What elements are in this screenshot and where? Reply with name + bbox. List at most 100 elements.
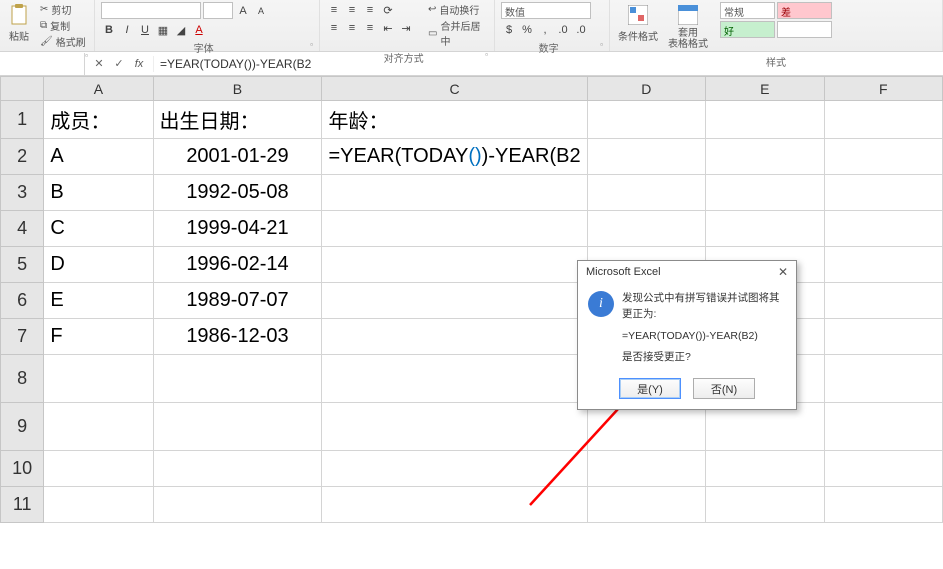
cell-A10[interactable] <box>44 451 153 487</box>
cell-F8[interactable] <box>824 355 943 403</box>
cell-D4[interactable] <box>587 211 705 247</box>
cell-F11[interactable] <box>824 487 943 523</box>
row-header-4[interactable]: 4 <box>1 211 44 247</box>
cell-A11[interactable] <box>44 487 153 523</box>
cell-E3[interactable] <box>706 175 824 211</box>
table-format-button[interactable]: 套用 表格格式 <box>666 2 710 52</box>
cell-B10[interactable] <box>153 451 322 487</box>
column-header-D[interactable]: D <box>587 77 705 101</box>
cell-F10[interactable] <box>824 451 943 487</box>
align-top-button[interactable]: ≡ <box>326 2 342 18</box>
dialog-close-button[interactable]: ✕ <box>778 265 788 279</box>
fill-color-button[interactable]: ◢ <box>173 22 189 38</box>
cell-B7[interactable]: 1986-12-03 <box>153 319 322 355</box>
cell-C4[interactable] <box>322 211 587 247</box>
style-good[interactable]: 好 <box>720 21 775 38</box>
bold-button[interactable]: B <box>101 22 117 38</box>
row-header-10[interactable]: 10 <box>1 451 44 487</box>
style-normal[interactable]: 常规 <box>720 2 775 19</box>
fx-button[interactable]: fx <box>131 56 147 72</box>
cell-B3[interactable]: 1992-05-08 <box>153 175 322 211</box>
cell-F6[interactable] <box>824 283 943 319</box>
row-header-11[interactable]: 11 <box>1 487 44 523</box>
cell-F4[interactable] <box>824 211 943 247</box>
cell-D1[interactable] <box>587 101 705 139</box>
cell-B8[interactable] <box>153 355 322 403</box>
cell-D3[interactable] <box>587 175 705 211</box>
cancel-formula-button[interactable]: ✕ <box>91 56 107 72</box>
style-more[interactable] <box>777 21 832 38</box>
underline-button[interactable]: U <box>137 22 153 38</box>
cell-F7[interactable] <box>824 319 943 355</box>
row-header-7[interactable]: 7 <box>1 319 44 355</box>
enter-formula-button[interactable]: ✓ <box>111 56 127 72</box>
cut-button[interactable]: ✂剪切 <box>38 2 88 17</box>
cell-C8[interactable] <box>322 355 587 403</box>
formula-input[interactable]: =YEAR(TODAY())-YEAR(B2 <box>154 55 943 73</box>
decrease-decimal-button[interactable]: .0 <box>573 22 589 38</box>
row-header-6[interactable]: 6 <box>1 283 44 319</box>
format-painter-button[interactable]: 🖌格式刷 <box>38 34 88 49</box>
increase-decimal-button[interactable]: .0 <box>555 22 571 38</box>
cell-F9[interactable] <box>824 403 943 451</box>
cell-D11[interactable] <box>587 487 705 523</box>
select-all-corner[interactable] <box>1 77 44 101</box>
cell-C9[interactable] <box>322 403 587 451</box>
currency-button[interactable]: $ <box>501 22 517 38</box>
cell-A5[interactable]: D <box>44 247 153 283</box>
cell-B2[interactable]: 2001-01-29 <box>153 139 322 175</box>
column-header-F[interactable]: F <box>824 77 943 101</box>
align-right-button[interactable]: ≡ <box>362 20 378 36</box>
cell-C2-editing[interactable]: =YEAR(TODAY())-YEAR(B2 <box>322 139 587 175</box>
cell-E1[interactable] <box>706 101 824 139</box>
cell-A1[interactable]: 成员： <box>44 101 153 139</box>
cell-C1[interactable]: 年龄： <box>322 101 587 139</box>
cell-D2[interactable] <box>587 139 705 175</box>
align-middle-button[interactable]: ≡ <box>344 2 360 18</box>
paste-button[interactable]: 粘贴 <box>6 2 32 45</box>
cell-F1[interactable] <box>824 101 943 139</box>
name-box[interactable] <box>0 53 85 75</box>
decrease-font-button[interactable]: A <box>253 3 269 19</box>
cell-B6[interactable]: 1989-07-07 <box>153 283 322 319</box>
align-left-button[interactable]: ≡ <box>326 20 342 36</box>
conditional-format-button[interactable]: 条件格式 <box>616 2 660 45</box>
cell-F5[interactable] <box>824 247 943 283</box>
cell-E10[interactable] <box>706 451 824 487</box>
cell-E11[interactable] <box>706 487 824 523</box>
cell-B1[interactable]: 出生日期： <box>153 101 322 139</box>
style-bad[interactable]: 差 <box>777 2 832 19</box>
cell-A8[interactable] <box>44 355 153 403</box>
comma-button[interactable]: , <box>537 22 553 38</box>
dialog-yes-button[interactable]: 是(Y) <box>619 378 681 399</box>
cell-C3[interactable] <box>322 175 587 211</box>
italic-button[interactable]: I <box>119 22 135 38</box>
row-header-5[interactable]: 5 <box>1 247 44 283</box>
row-header-9[interactable]: 9 <box>1 403 44 451</box>
align-center-button[interactable]: ≡ <box>344 20 360 36</box>
cell-D10[interactable] <box>587 451 705 487</box>
font-launcher-icon[interactable]: ▫ <box>310 40 313 49</box>
row-header-1[interactable]: 1 <box>1 101 44 139</box>
copy-button[interactable]: ⧉复制 <box>38 18 88 33</box>
cell-F2[interactable] <box>824 139 943 175</box>
font-size-select[interactable] <box>203 2 233 19</box>
cell-F3[interactable] <box>824 175 943 211</box>
orientation-button[interactable]: ⟳ <box>380 2 396 18</box>
border-button[interactable]: ▦ <box>155 22 171 38</box>
cell-C5[interactable] <box>322 247 587 283</box>
column-header-A[interactable]: A <box>44 77 153 101</box>
dialog-no-button[interactable]: 否(N) <box>693 378 755 399</box>
number-launcher-icon[interactable]: ▫ <box>600 40 603 49</box>
percent-button[interactable]: % <box>519 22 535 38</box>
merge-center-button[interactable]: ▭合并后居中 <box>426 18 488 48</box>
indent-more-button[interactable]: ⇥ <box>398 20 414 36</box>
row-header-2[interactable]: 2 <box>1 139 44 175</box>
cell-C7[interactable] <box>322 319 587 355</box>
number-format-select[interactable]: 数值 <box>501 2 591 19</box>
cell-B4[interactable]: 1999-04-21 <box>153 211 322 247</box>
cell-A4[interactable]: C <box>44 211 153 247</box>
indent-less-button[interactable]: ⇤ <box>380 20 396 36</box>
row-header-8[interactable]: 8 <box>1 355 44 403</box>
cell-A6[interactable]: E <box>44 283 153 319</box>
